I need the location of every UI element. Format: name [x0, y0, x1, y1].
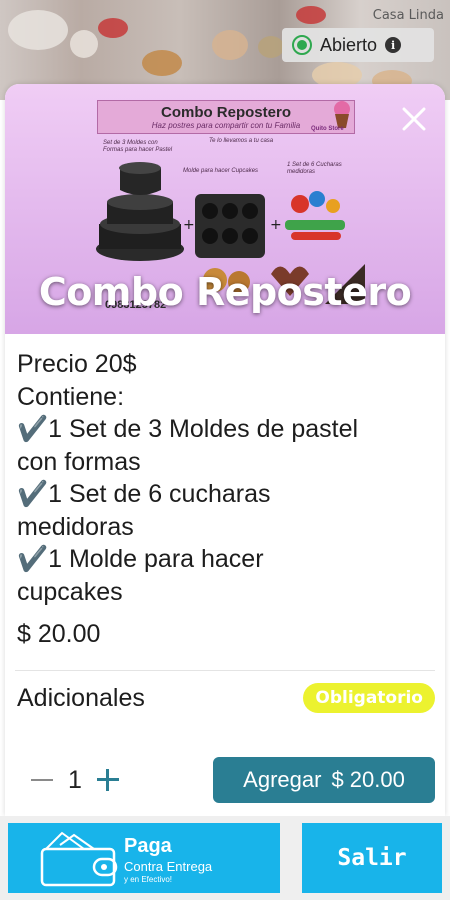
svg-text:+: +: [183, 217, 195, 233]
info-icon[interactable]: i: [385, 37, 402, 53]
open-status-text: Abierto: [320, 34, 378, 55]
required-badge: Obligatorio: [303, 683, 435, 713]
product-price: $ 20.00: [17, 620, 101, 648]
promo-note: Te lo llevamos a tu casa: [209, 138, 274, 144]
close-icon[interactable]: [399, 104, 429, 134]
description-line: Contiene:: [17, 382, 125, 411]
description-line: ✔️1 Set de 6 cucharas: [17, 480, 271, 508]
pay-subtitle: Contra Entrega: [124, 859, 213, 874]
quantity-value: 1: [68, 765, 82, 794]
plus-icon[interactable]: [95, 767, 121, 793]
status-dot-icon: [292, 35, 312, 55]
pay-title: Paga: [124, 835, 172, 857]
bottom-bar: Paga Contra Entrega y en Efectivo! Salir: [0, 816, 450, 900]
add-to-cart-button[interactable]: Agregar $ 20.00: [213, 757, 435, 803]
promo-banner-subtitle: Haz postres para compartir con tu Famili…: [151, 121, 301, 130]
pay-on-delivery-button[interactable]: Paga Contra Entrega y en Efectivo!: [8, 823, 280, 893]
exit-button[interactable]: Salir: [302, 823, 442, 893]
description-line: ✔️1 Molde para hacer: [17, 545, 264, 573]
product-description: Precio 20$ Contiene: ✔️1 Set de 3 Moldes…: [5, 334, 445, 608]
description-line: ✔️1 Set de 3 Moldes de pastel: [17, 415, 359, 443]
product-title: Combo Repostero: [38, 270, 412, 314]
wallet-icon: [40, 831, 118, 887]
additionals-header: Adicionales Obligatorio: [5, 671, 445, 715]
add-button-price: $ 20.00: [331, 767, 405, 792]
product-hero-image: Combo Repostero Haz postres para compart…: [5, 84, 445, 334]
description-line: con formas: [17, 447, 141, 476]
description-line: cupcakes: [17, 577, 123, 606]
additionals-label: Adicionales: [17, 683, 145, 712]
additionals-list-partial[interactable]: ▁▁▁▁ ▁▁▁ ▁▁▁▁ ▁▁ ▁▁▁▁▁▁ ▁: [17, 725, 433, 735]
quantity-row: 1 Agregar $ 20.00: [5, 750, 445, 810]
promo-banner-title: Combo Repostero: [160, 104, 291, 121]
pay-subtitle-small: y en Efectivo!: [124, 875, 173, 884]
svg-text:+: +: [270, 217, 282, 233]
description-line: Precio 20$: [17, 350, 137, 378]
add-button-label: Agregar: [243, 767, 322, 792]
description-line: medidoras: [17, 512, 134, 541]
promo-note: Set de 3 Moldes con Formas para hacer Pa…: [103, 140, 173, 154]
store-name: Casa Linda: [372, 8, 444, 23]
promo-logo: Quito Store: [311, 126, 344, 132]
open-status-pill[interactable]: Abierto i: [282, 28, 434, 62]
product-modal: Combo Repostero Haz postres para compart…: [5, 84, 445, 816]
minus-icon[interactable]: [29, 767, 55, 793]
